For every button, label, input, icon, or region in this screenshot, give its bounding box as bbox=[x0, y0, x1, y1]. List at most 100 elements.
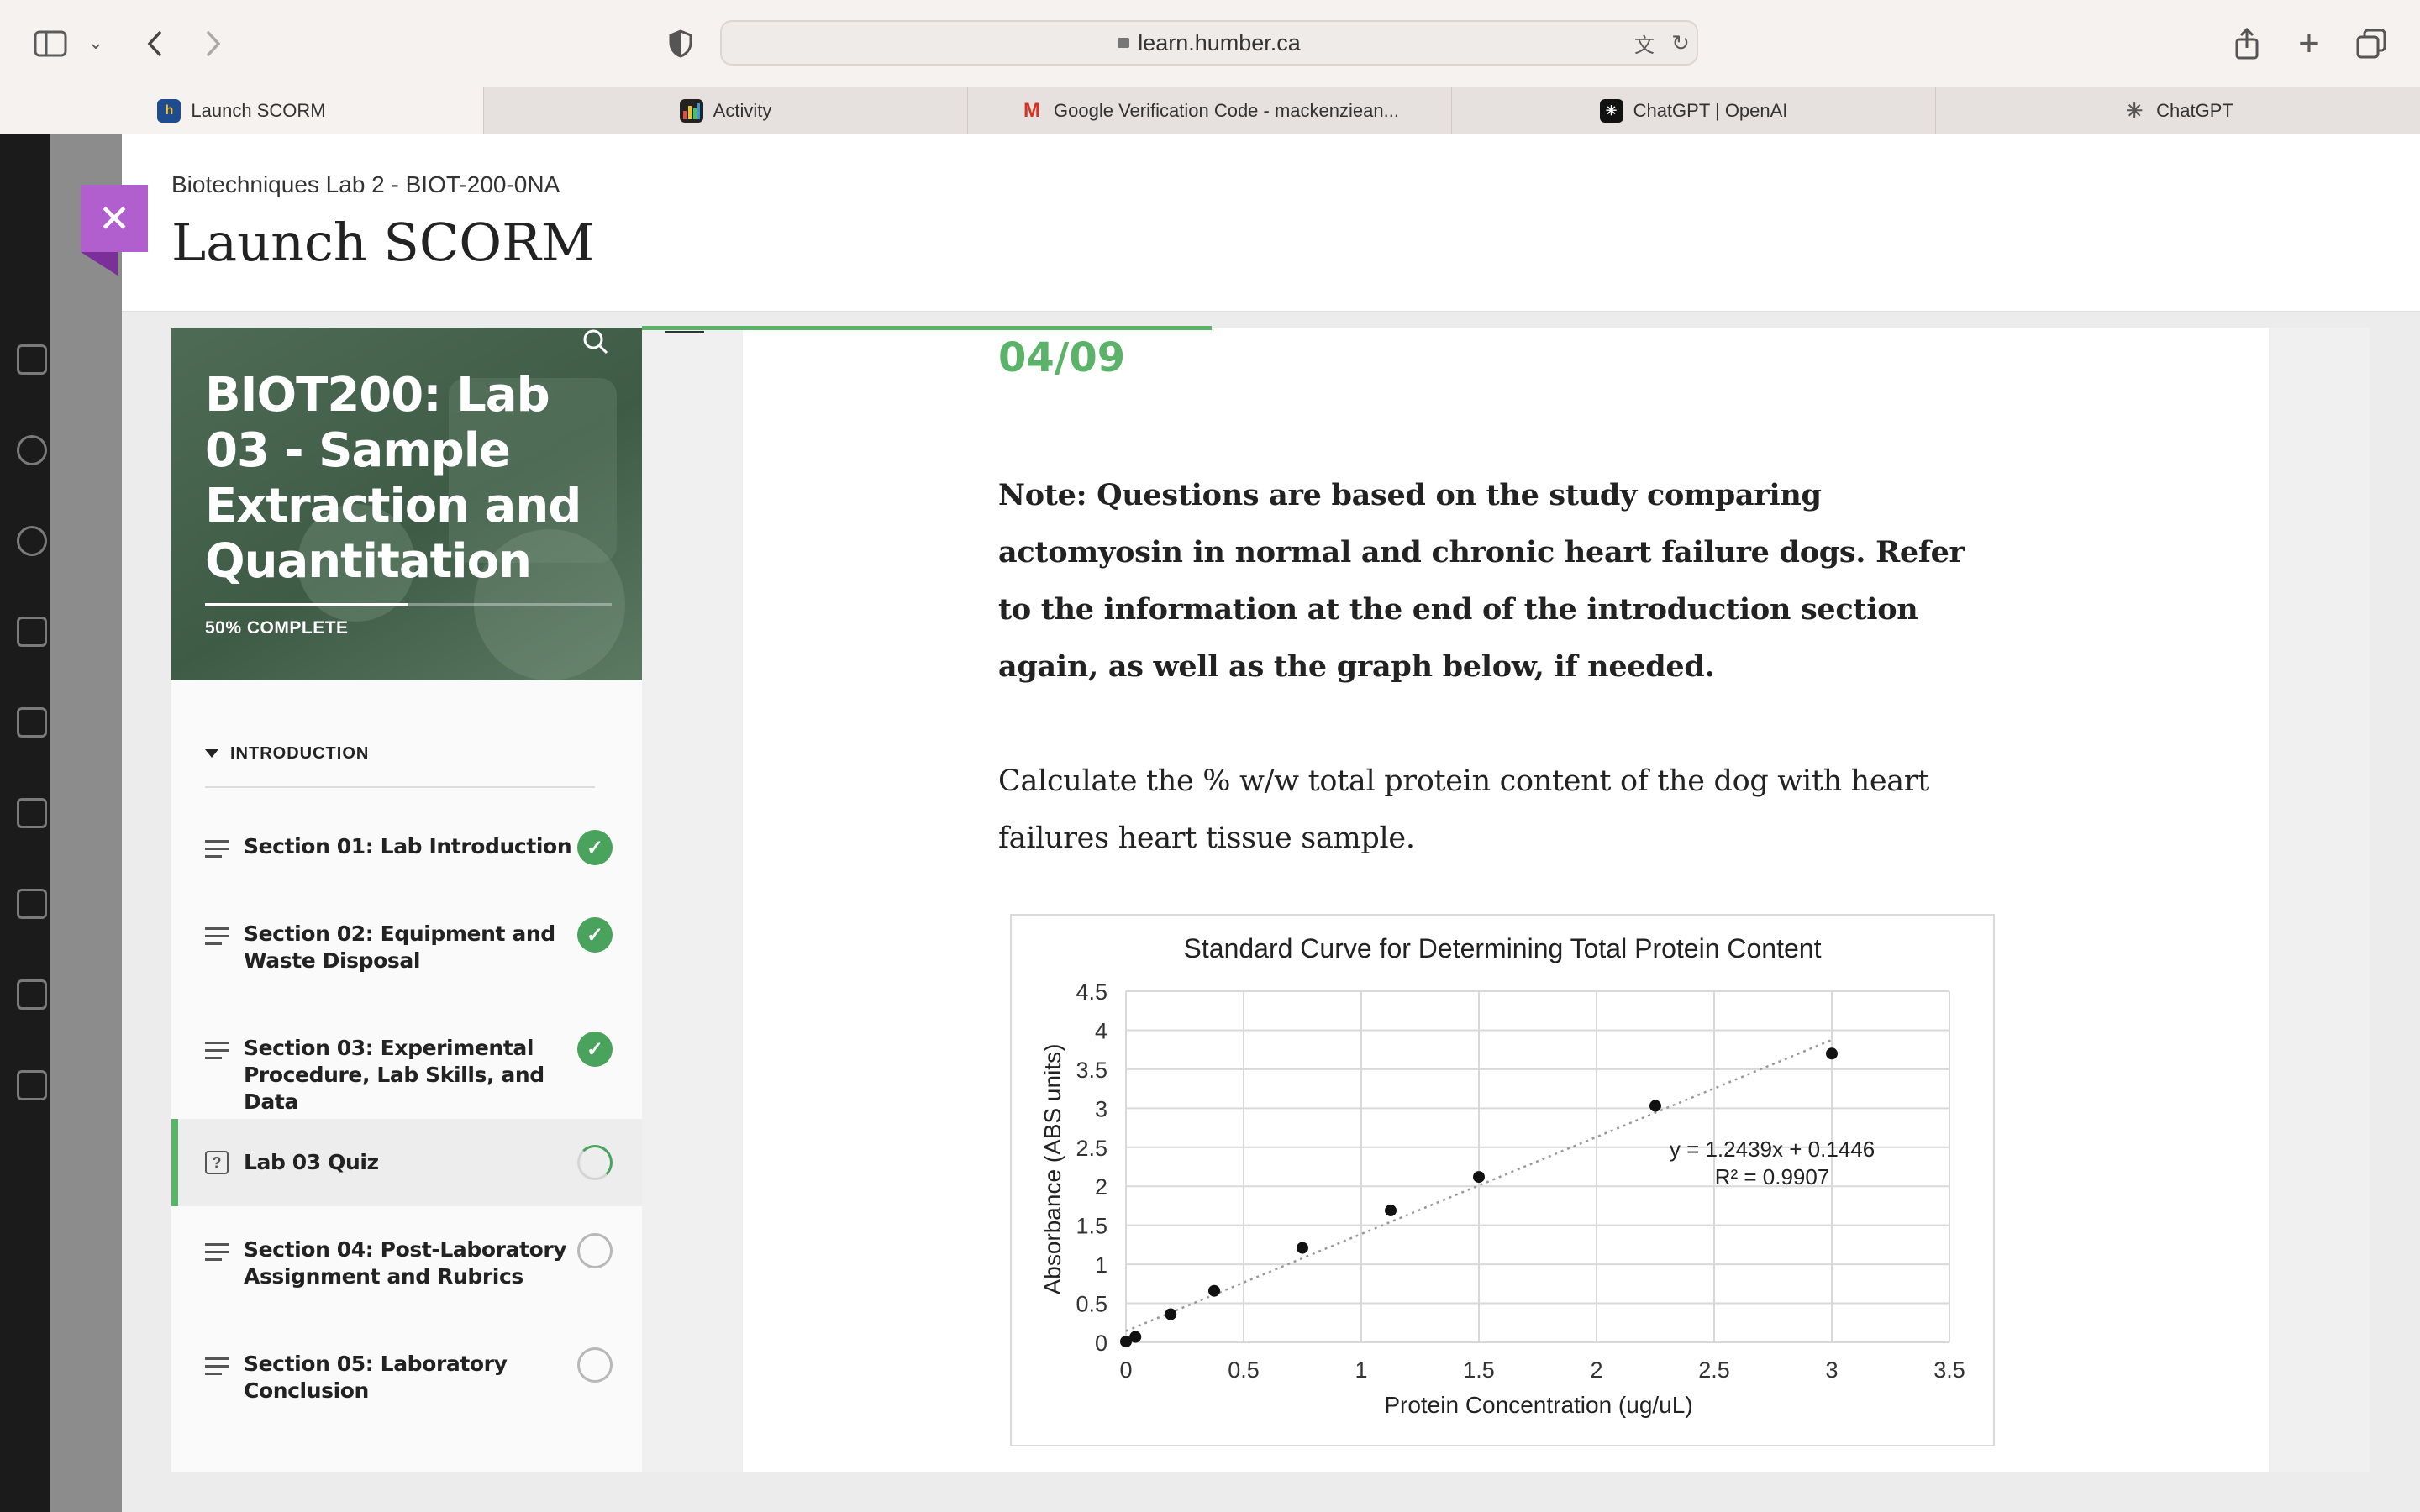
lesson-lines-icon bbox=[205, 1042, 229, 1064]
openai-icon: ✳ bbox=[2126, 99, 2144, 123]
y-tick-label: 1.5 bbox=[1076, 1214, 1107, 1239]
x-tick-label: 0 bbox=[1119, 1357, 1132, 1383]
calendar-icon bbox=[17, 707, 47, 738]
sidebar-item-section-01[interactable]: Section 01: Lab Introduction ✓ bbox=[171, 815, 642, 882]
course-name: Biotechniques Lab 2 - BIOT-200-0NA bbox=[171, 171, 560, 197]
course-title: BIOT200: Lab 03 - Sample Extraction and … bbox=[205, 368, 581, 589]
chart-title: Standard Curve for Determining Total Pro… bbox=[1184, 933, 1822, 963]
lms-nav-rail bbox=[0, 134, 50, 1512]
quiz-icon: ? bbox=[205, 1151, 229, 1174]
tab-overview-icon[interactable] bbox=[2353, 24, 2390, 64]
sidebar-item-section-04[interactable]: Section 04: Post-Laboratory Assignment a… bbox=[171, 1223, 642, 1315]
page-counter: 04/09 bbox=[998, 334, 1126, 381]
messages-icon bbox=[17, 798, 47, 828]
chart-svg: Standard Curve for Determining Total Pro… bbox=[1039, 933, 1965, 1418]
course-hero: BIOT200: Lab 03 - Sample Extraction and … bbox=[171, 328, 642, 680]
caret-down-icon bbox=[205, 749, 218, 758]
y-tick-label: 4.5 bbox=[1076, 979, 1107, 1005]
x-tick-label: 3.5 bbox=[1933, 1357, 1965, 1383]
lms-background bbox=[50, 134, 122, 1512]
lesson-lines-icon bbox=[205, 927, 229, 950]
incomplete-circle-icon bbox=[577, 1233, 613, 1268]
question-text: Calculate the % w/w total protein conten… bbox=[998, 764, 1930, 855]
y-tick-label: 0.5 bbox=[1076, 1292, 1107, 1317]
close-button[interactable]: ✕ bbox=[81, 185, 148, 252]
tab-activity[interactable]: Activity bbox=[483, 87, 967, 134]
x-tick-label: 2 bbox=[1590, 1357, 1602, 1383]
address-bar[interactable]: learn.humber.ca 文 ↻ bbox=[720, 20, 1698, 66]
trendline-equation: y = 1.2439x + 0.1446 bbox=[1670, 1137, 1875, 1162]
sidebar-item-label: Section 01: Lab Introduction bbox=[244, 834, 572, 858]
y-tick-label: 2.5 bbox=[1076, 1136, 1107, 1161]
share-icon[interactable] bbox=[2228, 24, 2265, 64]
data-point bbox=[1129, 1331, 1142, 1343]
sidebar-item-section-03[interactable]: Section 03: Experimental Procedure, Lab … bbox=[171, 1023, 642, 1116]
x-tick-label: 0.5 bbox=[1228, 1357, 1260, 1383]
new-tab-icon[interactable]: + bbox=[2291, 23, 2328, 64]
sidebar-item-label: Section 05: Laboratory Conclusion bbox=[244, 1352, 508, 1403]
translate-icon[interactable]: 文 bbox=[1628, 30, 1661, 57]
lesson-lines-icon bbox=[205, 1243, 229, 1266]
standard-curve-chart: Standard Curve for Determining Total Pro… bbox=[1010, 914, 1995, 1446]
check-icon: ✓ bbox=[577, 917, 613, 953]
privacy-shield-icon[interactable] bbox=[664, 25, 697, 62]
menu-icon[interactable] bbox=[666, 331, 704, 340]
sidebar-item-label: Section 04: Post-Laboratory Assignment a… bbox=[244, 1237, 567, 1289]
tab-google-verification[interactable]: M Google Verification Code - mackenziean.… bbox=[967, 87, 1451, 134]
sidebar-item-section-02[interactable]: Section 02: Equipment and Waste Disposal… bbox=[171, 907, 642, 1000]
lesson-lines-icon bbox=[205, 1357, 229, 1380]
search-icon[interactable] bbox=[580, 328, 613, 361]
y-axis-label: Absorbance (ABS units) bbox=[1039, 1044, 1065, 1295]
x-tick-label: 1.5 bbox=[1463, 1357, 1495, 1383]
page-margin bbox=[2370, 328, 2420, 1472]
courses-icon bbox=[17, 617, 47, 647]
tab-chatgpt-openai[interactable]: ✳ ChatGPT | OpenAI bbox=[1451, 87, 1935, 134]
humber-logo-icon: h bbox=[157, 99, 182, 123]
sidebar-item-label: Section 02: Equipment and Waste Disposal bbox=[244, 921, 555, 973]
y-tick-label: 3 bbox=[1095, 1096, 1107, 1121]
back-arrow-icon[interactable] bbox=[138, 25, 171, 62]
institution-icon bbox=[17, 344, 47, 375]
sidebar-item-lab-03-quiz[interactable]: ? Lab 03 Quiz bbox=[171, 1119, 642, 1206]
globe-icon bbox=[17, 526, 47, 556]
check-icon: ✓ bbox=[577, 830, 613, 865]
tab-launch-scorm[interactable]: h Launch SCORM bbox=[0, 87, 483, 134]
lock-icon bbox=[1118, 37, 1130, 48]
sign-out-icon bbox=[17, 1070, 47, 1100]
check-icon: ✓ bbox=[577, 1032, 613, 1067]
data-point bbox=[1165, 1308, 1177, 1320]
x-tick-label: 1 bbox=[1355, 1357, 1367, 1383]
course-progress-label: 50% COMPLETE bbox=[205, 618, 349, 638]
lesson-progress-line bbox=[642, 326, 1212, 330]
profile-icon bbox=[17, 435, 47, 465]
reload-icon[interactable]: ↻ bbox=[1668, 30, 1693, 55]
data-point bbox=[1208, 1284, 1220, 1297]
close-icon: ✕ bbox=[97, 197, 131, 240]
course-progress-bar bbox=[205, 603, 612, 606]
y-tick-label: 1 bbox=[1095, 1252, 1107, 1278]
question-note: Note: Questions are based on the study c… bbox=[998, 478, 1965, 684]
course-progress-fill bbox=[205, 603, 408, 606]
forward-arrow-icon[interactable] bbox=[197, 25, 230, 62]
r-squared-label: R² = 0.9907 bbox=[1715, 1164, 1830, 1189]
incomplete-circle-icon bbox=[577, 1347, 613, 1383]
y-tick-label: 3.5 bbox=[1076, 1058, 1107, 1083]
lesson-lines-icon bbox=[205, 840, 229, 863]
openai-icon: ✳ bbox=[1599, 99, 1623, 123]
data-point bbox=[1826, 1047, 1838, 1060]
page-title: Launch SCORM bbox=[171, 212, 595, 273]
tab-chatgpt[interactable]: ✳ ChatGPT bbox=[1935, 87, 2420, 134]
browser-toolbar: ⌄ learn.humber.ca 文 ↻ + bbox=[0, 0, 2420, 87]
sidebar-item-section-05[interactable]: Section 05: Laboratory Conclusion bbox=[171, 1337, 642, 1430]
y-tick-label: 2 bbox=[1095, 1174, 1107, 1200]
sidebar-toggle-icon[interactable] bbox=[32, 25, 69, 62]
x-tick-label: 3 bbox=[1825, 1357, 1838, 1383]
y-tick-label: 0 bbox=[1095, 1331, 1107, 1356]
chevron-down-icon[interactable]: ⌄ bbox=[84, 30, 108, 55]
data-point bbox=[1649, 1100, 1661, 1112]
y-tick-label: 4 bbox=[1095, 1018, 1107, 1043]
gmail-icon: M bbox=[1023, 99, 1041, 122]
url-text[interactable]: learn.humber.ca bbox=[722, 22, 1697, 64]
data-point bbox=[1473, 1171, 1485, 1184]
section-header-introduction[interactable]: INTRODUCTION bbox=[205, 744, 595, 788]
